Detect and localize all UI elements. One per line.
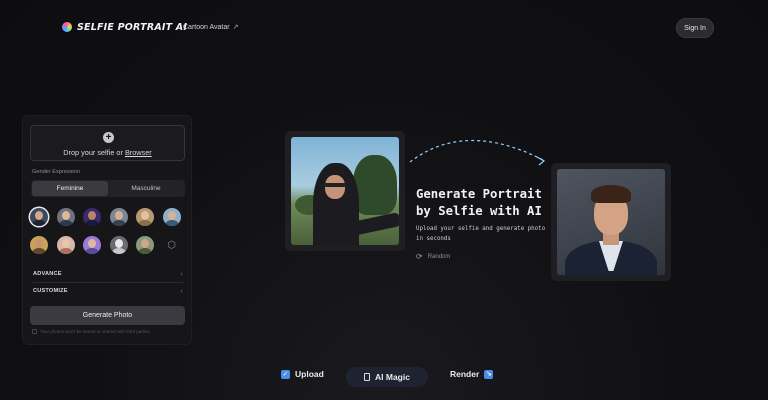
dropzone-prefix: Drop your selfie or <box>63 148 123 157</box>
logo-icon <box>62 22 72 32</box>
portrait-image <box>557 169 665 275</box>
external-link-icon: ↗ <box>232 24 239 31</box>
avatar-option[interactable] <box>162 208 181 226</box>
random-button[interactable]: ⟳ Random <box>416 252 450 261</box>
avatar-option[interactable] <box>56 236 75 254</box>
refresh-icon: ⟳ <box>416 252 423 261</box>
gender-toggle: Feminine Masculine <box>31 180 185 197</box>
portrait-card <box>551 163 671 281</box>
cube-icon[interactable]: ⬡ <box>163 236 181 254</box>
avatar-grid: ⬡ <box>30 208 185 254</box>
generator-panel: + Drop your selfie or Browser Gender Exp… <box>22 115 192 345</box>
step-magic-label: AI Magic <box>375 372 410 382</box>
gender-masculine-button[interactable]: Masculine <box>108 181 184 196</box>
step-ai-magic: AI Magic <box>346 367 428 387</box>
avatar-option[interactable] <box>30 236 48 254</box>
render-icon: ↘ <box>484 369 494 379</box>
divider <box>33 282 183 283</box>
logo-text: SELFIE PORTRAIT AI <box>77 21 188 33</box>
step-render: Render ↘ <box>450 369 494 379</box>
step-render-label: Render <box>450 369 480 379</box>
magic-icon <box>364 373 371 381</box>
chevron-left-icon: ‹ <box>180 270 183 278</box>
flow-arrow <box>409 139 546 166</box>
avatar-option[interactable] <box>56 208 75 226</box>
avatar-option[interactable] <box>109 208 128 226</box>
selfie-card <box>285 131 405 251</box>
hero-headline: Generate Portrait by Selfie with AI <box>416 186 542 220</box>
browser-link[interactable]: Browser <box>125 148 152 157</box>
hero-subtext: Upload your selfie and generate photo in… <box>416 226 546 242</box>
avatar-option[interactable] <box>83 208 101 226</box>
avatar-option[interactable] <box>136 208 154 226</box>
privacy-note: Your photos won't be stored or shared wi… <box>32 329 150 334</box>
cartoon-avatar-label: Cartoon Avatar <box>183 23 230 31</box>
headline-line2: by Selfie with AI <box>416 204 542 218</box>
avatar-option[interactable] <box>83 236 101 254</box>
gender-label: Gender Expression <box>32 169 80 175</box>
avatar-option[interactable] <box>30 208 48 226</box>
step-upload-label: Upload <box>295 369 324 379</box>
privacy-checkbox[interactable] <box>32 329 37 334</box>
upload-icon: ✓ <box>281 369 290 379</box>
privacy-note-text: Your photos won't be stored or shared wi… <box>40 329 150 334</box>
gender-feminine-button[interactable]: Feminine <box>32 181 108 196</box>
plus-icon: + <box>103 132 114 143</box>
customize-section[interactable]: CUSTOMIZE ‹ <box>33 285 183 297</box>
cartoon-avatar-link[interactable]: Cartoon Avatar ↗ <box>183 23 239 32</box>
selfie-image <box>291 137 399 245</box>
headline-line1: Generate Portrait <box>416 187 542 201</box>
step-upload: ✓ Upload <box>281 369 324 379</box>
upload-dropzone[interactable]: + Drop your selfie or Browser <box>30 125 185 161</box>
dropzone-text: Drop your selfie or Browser <box>31 148 184 157</box>
avatar-option[interactable] <box>136 236 154 254</box>
customize-label: CUSTOMIZE <box>33 288 68 294</box>
logo[interactable]: SELFIE PORTRAIT AI <box>62 20 187 34</box>
generate-photo-button[interactable]: Generate Photo <box>30 306 185 325</box>
advance-label: ADVANCE <box>33 271 62 277</box>
advance-section[interactable]: ADVANCE ‹ <box>33 268 183 280</box>
avatar-option[interactable] <box>109 236 128 254</box>
chevron-left-icon: ‹ <box>180 287 183 295</box>
sign-in-button[interactable]: Sign In <box>676 18 714 38</box>
random-label: Random <box>427 253 451 260</box>
